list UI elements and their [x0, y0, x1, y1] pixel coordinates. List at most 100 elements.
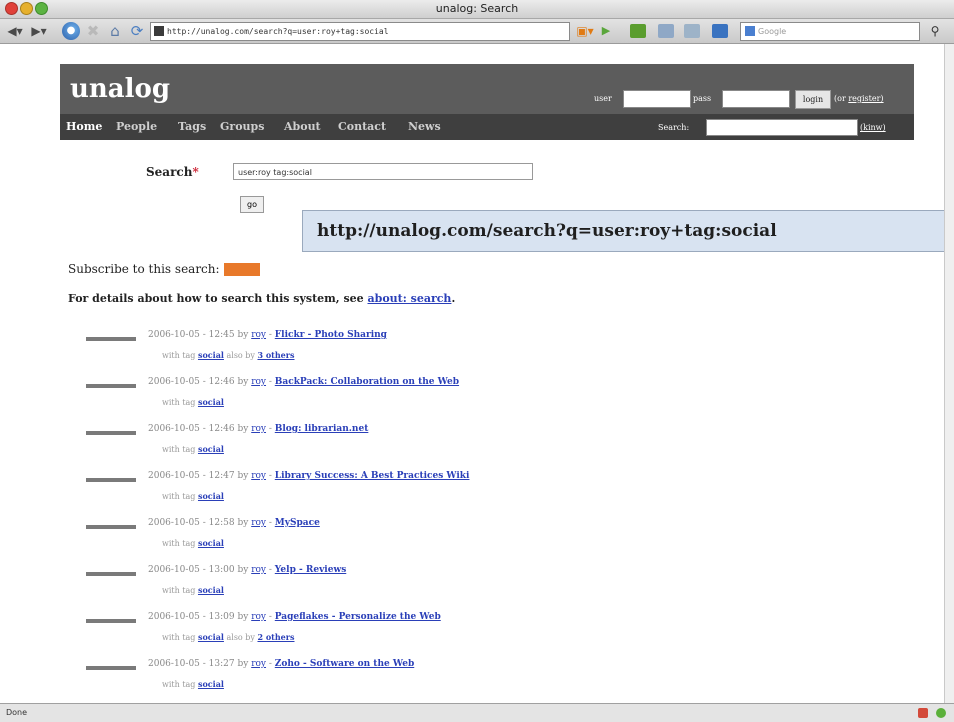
window-title: unalog: Search	[435, 2, 519, 15]
go-button[interactable]: go	[240, 196, 264, 213]
result-tag-link[interactable]: social	[198, 444, 224, 454]
username-input[interactable]	[623, 90, 691, 108]
result-others-link[interactable]: 2 others	[257, 632, 294, 642]
result-title-link[interactable]: Yelp - Reviews	[275, 565, 346, 575]
result-meta: 2006-10-05 - 12:46 by roy - Blog: librar…	[148, 424, 369, 434]
search-label: Search*	[146, 165, 199, 179]
popularity-bar	[86, 666, 136, 670]
google-engine-icon[interactable]	[745, 26, 755, 36]
go-arrow-icon[interactable]: ▶	[598, 22, 614, 40]
extension-icon[interactable]	[630, 24, 646, 38]
url-bar[interactable]: http://unalog.com/search?q=user:roy+tag:…	[150, 22, 570, 41]
status-security-icon[interactable]	[936, 708, 946, 718]
result-tag-link[interactable]: social	[198, 632, 224, 642]
nav-groups[interactable]: Groups	[220, 120, 264, 133]
firefox-logo-icon[interactable]: ●	[62, 22, 80, 40]
result-user-link[interactable]: roy	[251, 612, 266, 622]
extension-icon[interactable]	[712, 24, 728, 38]
result-item: 2006-10-05 - 13:00 by roy - Yelp - Revie…	[86, 565, 686, 605]
result-with-tag-label: with tag	[162, 680, 196, 689]
extension-icon[interactable]	[684, 24, 700, 38]
result-with-tag-label: with tag	[162, 445, 196, 454]
result-title-link[interactable]: Zoho - Software on the Web	[275, 659, 414, 669]
result-tag-link[interactable]: social	[198, 679, 224, 689]
result-title-link[interactable]: Flickr - Photo Sharing	[275, 330, 387, 340]
result-user-link[interactable]: roy	[251, 424, 266, 434]
password-input[interactable]	[722, 90, 790, 108]
home-icon[interactable]: ⌂	[106, 22, 124, 40]
site-search-input[interactable]	[706, 119, 858, 136]
rss-feed-icon[interactable]: ▣▾	[574, 22, 596, 40]
result-title-link[interactable]: MySpace	[275, 518, 320, 528]
user-label: user	[594, 94, 612, 103]
nav-news[interactable]: News	[408, 120, 441, 133]
result-by-label: by	[237, 330, 249, 340]
result-with-tag-label: with tag	[162, 586, 196, 595]
result-others-link[interactable]: 3 others	[257, 350, 294, 360]
result-tag-link[interactable]: social	[198, 585, 224, 595]
result-with-tag-label: with tag	[162, 539, 196, 548]
login-button[interactable]: login	[795, 90, 831, 109]
result-tag-link[interactable]: social	[198, 491, 224, 501]
result-date: 2006-10-05 - 13:09	[148, 612, 235, 622]
search-label-text: Search	[146, 165, 193, 179]
result-item: 2006-10-05 - 12:58 by roy - MySpace with …	[86, 518, 686, 558]
register-link[interactable]: register)	[848, 94, 883, 103]
rss-subscribe-badge[interactable]	[223, 263, 260, 276]
result-tags: with tag social	[162, 538, 224, 548]
vertical-scrollbar[interactable]	[944, 44, 954, 703]
result-with-tag-label: with tag	[162, 492, 196, 501]
result-meta: 2006-10-05 - 12:58 by roy - MySpace	[148, 518, 320, 528]
nav-tags[interactable]: Tags	[178, 120, 206, 133]
result-date: 2006-10-05 - 12:46	[148, 424, 235, 434]
result-date: 2006-10-05 - 13:27	[148, 659, 235, 669]
search-query-input[interactable]: user:roy tag:social	[233, 163, 533, 180]
reload-icon[interactable]: ⟳	[128, 22, 146, 40]
nav-about[interactable]: About	[284, 120, 321, 133]
result-by-label: by	[237, 612, 249, 622]
stop-icon[interactable]: ✖	[84, 22, 102, 40]
url-text: http://unalog.com/search?q=user:roy+tag:…	[167, 27, 389, 36]
nav-people[interactable]: People	[116, 120, 157, 133]
result-title-link[interactable]: BackPack: Collaboration on the Web	[275, 377, 459, 387]
popularity-bar	[86, 337, 136, 341]
result-tags: with tag social also by 3 others	[162, 350, 295, 360]
result-tags: with tag social	[162, 444, 224, 454]
result-tag-link[interactable]: social	[198, 350, 224, 360]
result-user-link[interactable]: roy	[251, 659, 266, 669]
site-nav: Home People Tags Groups About Contact Ne…	[60, 114, 914, 140]
site-logo[interactable]: unalog	[70, 74, 170, 104]
nav-contact[interactable]: Contact	[338, 120, 386, 133]
about-search-link[interactable]: about: search	[368, 292, 452, 305]
status-bar: Done	[0, 703, 954, 722]
result-meta: 2006-10-05 - 13:00 by roy - Yelp - Revie…	[148, 565, 347, 575]
status-addon-icon[interactable]	[918, 708, 928, 718]
search-magnifier-icon[interactable]: ⚲	[926, 22, 944, 40]
result-title-link[interactable]: Blog: librarian.net	[275, 424, 369, 434]
result-tag-link[interactable]: social	[198, 538, 224, 548]
search-help-line: For details about how to search this sys…	[68, 292, 455, 305]
browser-search-field[interactable]: Google	[740, 22, 920, 41]
extension-icon[interactable]	[658, 24, 674, 38]
popularity-bar	[86, 525, 136, 529]
result-item: 2006-10-05 - 13:27 by roy - Zoho - Softw…	[86, 659, 686, 699]
result-user-link[interactable]: roy	[251, 330, 266, 340]
help-prefix: For details about how to search this sys…	[68, 292, 368, 305]
result-by-label: by	[237, 565, 249, 575]
result-user-link[interactable]: roy	[251, 565, 266, 575]
result-by-label: by	[237, 377, 249, 387]
site-search-extra-link[interactable]: (kinw)	[860, 123, 886, 132]
result-user-link[interactable]: roy	[251, 471, 266, 481]
page-viewport: unalog user pass login (or register) Hom…	[0, 44, 944, 703]
result-title-link[interactable]: Library Success: A Best Practices Wiki	[275, 471, 470, 481]
result-meta: 2006-10-05 - 13:27 by roy - Zoho - Softw…	[148, 659, 415, 669]
result-tags: with tag social	[162, 585, 224, 595]
back-arrow-icon[interactable]: ◀▾	[4, 22, 26, 40]
result-tag-link[interactable]: social	[198, 397, 224, 407]
forward-arrow-icon[interactable]: ▶▾	[28, 22, 50, 40]
result-user-link[interactable]: roy	[251, 377, 266, 387]
nav-home[interactable]: Home	[66, 120, 102, 133]
result-by-label: by	[237, 424, 249, 434]
result-user-link[interactable]: roy	[251, 518, 266, 528]
result-title-link[interactable]: Pageflakes - Personalize the Web	[275, 612, 441, 622]
